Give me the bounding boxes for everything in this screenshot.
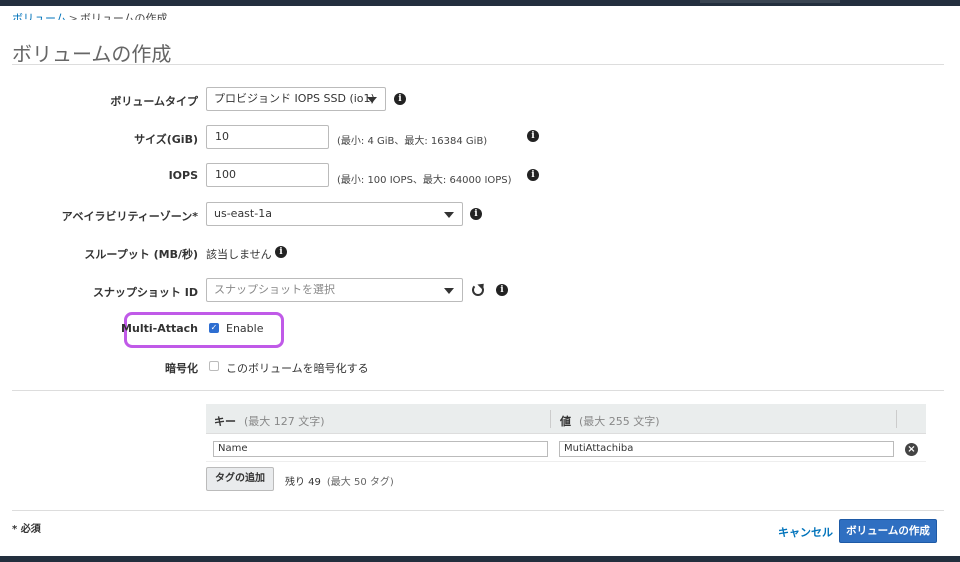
title-divider [12,64,944,65]
value-column-header: 値 (最大 255 文字) [560,413,660,429]
breadcrumb: ボリューム > ボリュームの作成 [12,8,168,20]
info-icon[interactable]: i [527,130,539,142]
tags-table-header: キー (最大 127 文字) 値 (最大 255 文字) [206,404,926,434]
tags-remaining-count: 残り 49 [285,477,321,488]
multi-attach-label: Multi-Attach [121,322,198,335]
remove-tag-icon[interactable]: × [905,443,918,456]
multi-attach-checkbox[interactable]: ✓ [209,323,219,333]
availability-zone-value: us-east-1a [214,207,272,220]
add-tag-button[interactable]: タグの追加 [206,467,274,491]
info-icon[interactable]: i [394,93,406,105]
encryption-label: 暗号化 [165,362,198,375]
volume-type-select[interactable]: プロビジョンド IOPS SSD (io1) [206,87,386,111]
column-divider [896,410,897,428]
volume-type-value: プロビジョンド IOPS SSD (io1) [214,92,375,105]
tag-key-input[interactable]: Name [213,441,548,457]
info-icon[interactable]: i [496,284,508,296]
table-row: Name MutiAttachiba × [206,434,926,462]
value-header-hint: (最大 255 文字) [579,415,660,428]
breadcrumb-current: ボリュームの作成 [79,12,168,20]
browser-tab-strip [700,0,840,3]
encryption-checkbox[interactable] [209,361,219,371]
footer-divider [12,510,944,511]
snapshot-placeholder: スナップショットを選択 [214,283,335,296]
chevron-down-icon [444,212,454,218]
breadcrumb-separator: > [68,12,78,20]
section-divider [12,390,944,391]
throughput-value: 該当しません [206,248,272,261]
iops-label: IOPS [168,169,198,182]
refresh-icon[interactable] [472,284,484,296]
size-hint: (最小: 4 GiB、最大: 16384 GiB) [337,136,488,147]
key-header-hint: (最大 127 文字) [244,415,325,428]
tags-remaining: 残り 49 (最大 50 タグ) [285,473,394,488]
iops-hint: (最小: 100 IOPS、最大: 64000 IOPS) [337,175,512,186]
availability-zone-label: アベイラビリティーゾーン* [61,210,198,223]
key-header-label: キー [214,415,236,428]
encryption-checkbox-label[interactable]: このボリュームを暗号化する [226,360,369,376]
required-note: * 必須 [12,524,41,535]
volume-type-label: ボリュームタイプ [110,95,198,108]
size-input[interactable]: 10 [206,125,329,149]
create-volume-button[interactable]: ボリュームの作成 [839,519,937,543]
top-nav-bar [0,0,960,6]
tag-value-input[interactable]: MutiAttachiba [559,441,894,457]
tags-max-note: (最大 50 タグ) [326,477,394,488]
size-label: サイズ(GiB) [134,133,198,146]
availability-zone-select[interactable]: us-east-1a [206,202,463,226]
value-header-label: 値 [560,415,571,428]
multi-attach-enable-label[interactable]: Enable [226,322,263,335]
info-icon[interactable]: i [275,246,287,258]
column-divider [550,410,551,428]
snapshot-select[interactable]: スナップショットを選択 [206,278,463,302]
key-column-header: キー (最大 127 文字) [214,413,325,429]
throughput-label: スループット (MB/秒) [84,248,198,261]
info-icon[interactable]: i [470,208,482,220]
info-icon[interactable]: i [527,169,539,181]
chevron-down-icon [367,97,377,103]
bottom-bar [0,556,960,562]
iops-input[interactable]: 100 [206,163,329,187]
page-title: ボリュームの作成 [12,42,172,66]
chevron-down-icon [444,288,454,294]
breadcrumb-volumes-link[interactable]: ボリューム [12,12,67,20]
snapshot-id-label: スナップショット ID [92,286,198,299]
cancel-button[interactable]: キャンセル [778,524,833,540]
